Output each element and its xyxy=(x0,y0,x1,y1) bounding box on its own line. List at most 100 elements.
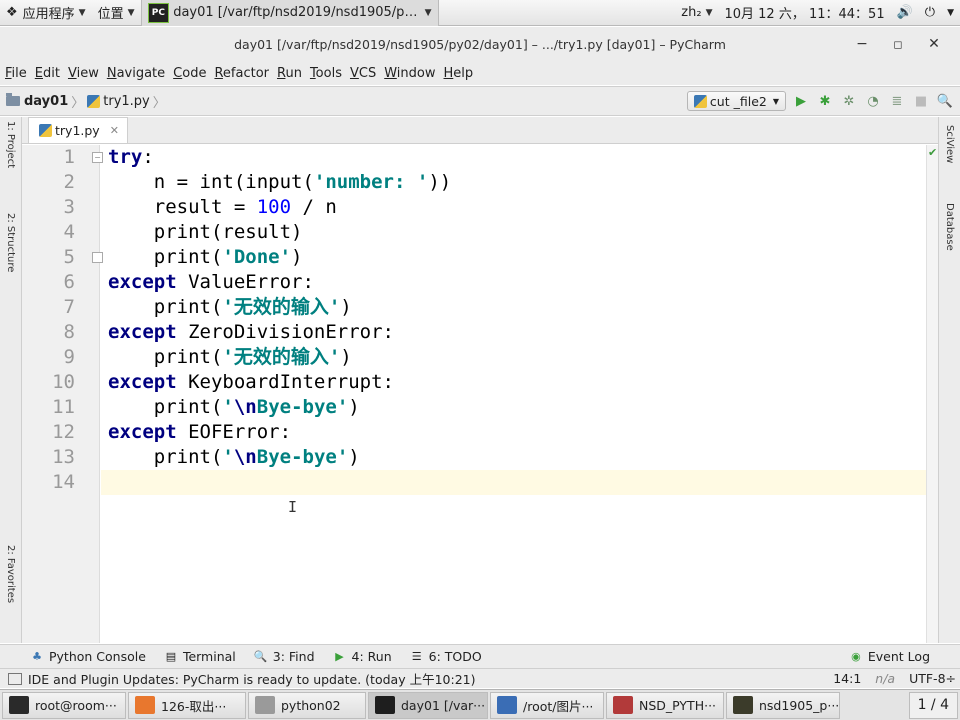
terminal-button[interactable]: ▤ Terminal xyxy=(154,649,244,664)
run-with-coverage-icon[interactable]: ✲ xyxy=(840,92,858,110)
code-line[interactable]: print('Done') xyxy=(108,245,303,270)
breadcrumb-file[interactable]: try1.py xyxy=(87,94,150,109)
debug-icon[interactable]: ✱ xyxy=(816,92,834,110)
sciview-tool-button[interactable]: SciView xyxy=(944,125,955,163)
run-configuration-select[interactable]: cut _file2 ▼ xyxy=(686,91,786,111)
breadcrumb-project[interactable]: day01 xyxy=(0,93,68,109)
workspace-pager[interactable]: 1 / 4 xyxy=(908,691,958,719)
line-number[interactable]: 13 xyxy=(25,445,75,470)
line-number[interactable]: 8 xyxy=(25,320,75,345)
python-console-icon: ♣ xyxy=(32,650,42,663)
status-message[interactable]: IDE and Plugin Updates: PyCharm is ready… xyxy=(28,669,475,688)
menu-view[interactable]: View xyxy=(64,66,103,81)
taskbar-item[interactable]: NSD_PYTH··· xyxy=(606,691,724,719)
close-icon[interactable]: ✕ xyxy=(916,33,952,55)
menu-navigate[interactable]: Navigate xyxy=(103,66,169,81)
code-line[interactable]: except ValueError: xyxy=(108,270,314,295)
line-number[interactable]: 2 xyxy=(25,170,75,195)
file-encoding[interactable]: UTF-8÷ xyxy=(909,671,956,686)
fold-marker-icon[interactable]: − xyxy=(92,152,103,163)
line-number[interactable]: 1 xyxy=(25,145,75,170)
clock[interactable]: 10月 12 六， 11：44：51 xyxy=(718,0,890,26)
maximize-icon[interactable]: ◻ xyxy=(880,33,916,55)
structure-tool-button[interactable]: 2: Structure xyxy=(5,213,16,272)
line-number[interactable]: 5 xyxy=(25,245,75,270)
python-console-button[interactable]: ♣ Python Console xyxy=(0,649,154,664)
code-line[interactable]: n = int(input('number: ')) xyxy=(108,170,451,195)
tool-window-bar: ♣ Python Console ▤ Terminal 🔍 3: Find ▶ … xyxy=(0,644,960,668)
line-number[interactable]: 7 xyxy=(25,295,75,320)
favorites-tool-button[interactable]: 2: Favorites xyxy=(5,545,16,603)
line-number[interactable]: 10 xyxy=(25,370,75,395)
find-button[interactable]: 🔍 3: Find xyxy=(244,649,323,664)
run-icon[interactable]: ▶ xyxy=(792,92,810,110)
code-line[interactable]: print('无效的输入') xyxy=(108,295,352,320)
active-app-menu[interactable]: PC day01 [/var/ftp/nsd2019/nsd1905/py···… xyxy=(140,0,439,26)
window-title-bar[interactable]: day01 [/var/ftp/nsd2019/nsd1905/py02/day… xyxy=(0,27,960,61)
chevron-down-icon: ▼ xyxy=(78,7,86,18)
error-stripe[interactable]: ✔ xyxy=(926,145,938,643)
menu-refactor[interactable]: Refactor xyxy=(210,66,273,81)
input-method-menu[interactable]: zh₂ ▼ xyxy=(675,0,718,26)
places-menu[interactable]: 位置 ▼ xyxy=(92,0,141,26)
line-number[interactable]: 6 xyxy=(25,270,75,295)
line-number[interactable]: 14 xyxy=(25,470,75,495)
line-number[interactable]: 4 xyxy=(25,220,75,245)
code-line[interactable]: result = 100 / n xyxy=(108,195,337,220)
taskbar-item[interactable]: python02 xyxy=(248,691,366,719)
code-line[interactable]: except EOFError: xyxy=(108,420,291,445)
event-log-button[interactable]: ◉ Event Log xyxy=(839,649,960,664)
code-line[interactable]: except ZeroDivisionError: xyxy=(108,320,394,345)
taskbar-item[interactable]: nsd1905_p··· xyxy=(726,691,840,719)
menu-vcs[interactable]: VCS xyxy=(346,66,380,81)
menu-tools[interactable]: Tools xyxy=(306,66,346,81)
line-number-gutter[interactable]: 1 2 3 4 5 6 7 8 9 10 11 12 13 14 xyxy=(22,145,100,643)
taskbar-item[interactable]: /root/图片··· xyxy=(490,691,604,719)
fold-marker-icon[interactable] xyxy=(92,252,103,263)
event-log-icon: ◉ xyxy=(851,650,861,663)
line-number[interactable]: 3 xyxy=(25,195,75,220)
code-line[interactable]: print(result) xyxy=(108,220,303,245)
todo-button[interactable]: ☰ 6: TODO xyxy=(400,649,490,664)
run-tool-button[interactable]: ▶ 4: Run xyxy=(323,649,400,664)
profile-icon[interactable]: ◔ xyxy=(864,92,882,110)
line-separator-indicator[interactable]: n/a xyxy=(875,671,895,686)
stop-icon[interactable]: ■ xyxy=(912,92,930,110)
line-number[interactable]: 12 xyxy=(25,420,75,445)
code-token: ) xyxy=(340,296,352,318)
code-line[interactable]: print('无效的输入') xyxy=(108,345,352,370)
menu-label: elp xyxy=(453,65,474,81)
system-menu-chevron-icon[interactable]: ▼ xyxy=(941,0,960,26)
taskbar-item[interactable]: 126-取出··· xyxy=(128,691,246,719)
code-token: print( xyxy=(153,396,223,418)
code-line[interactable]: try: xyxy=(108,145,154,170)
menu-edit[interactable]: Edit xyxy=(31,66,64,81)
tool-windows-toggle-icon[interactable] xyxy=(8,672,22,685)
close-icon[interactable]: ✕ xyxy=(110,124,119,137)
line-number[interactable]: 11 xyxy=(25,395,75,420)
code-editor[interactable]: 1 2 3 4 5 6 7 8 9 10 11 12 13 14 try: n = int(input('… xyxy=(22,145,938,643)
taskbar-item[interactable]: root@room··· xyxy=(2,691,126,719)
menu-run[interactable]: Run xyxy=(273,66,306,81)
taskbar-item-label: /root/图片··· xyxy=(523,698,594,714)
menu-file[interactable]: File xyxy=(1,66,31,81)
menu-window[interactable]: Window xyxy=(380,66,439,81)
code-line[interactable]: print('\nBye-bye') xyxy=(108,445,360,470)
menu-code[interactable]: Code xyxy=(169,66,210,81)
menu-help[interactable]: Help xyxy=(440,66,478,81)
caret-position[interactable]: 14:1 xyxy=(833,671,861,686)
line-number[interactable]: 9 xyxy=(25,345,75,370)
project-tool-button[interactable]: 1: Project xyxy=(5,121,16,168)
taskbar-item[interactable]: day01 [/var··· xyxy=(368,691,488,719)
volume-icon[interactable]: 🔊 xyxy=(891,0,919,26)
database-tool-button[interactable]: Database xyxy=(944,203,955,251)
applications-menu[interactable]: ❖ 应用程序 ▼ xyxy=(0,0,92,26)
code-line[interactable]: print('\nBye-bye') xyxy=(108,395,360,420)
editor-tab-try1[interactable]: try1.py ✕ xyxy=(28,117,128,143)
minimize-icon[interactable]: − xyxy=(844,33,880,55)
concurrency-diagram-icon[interactable]: ≣ xyxy=(888,92,906,110)
code-token: ) xyxy=(348,396,360,418)
search-icon[interactable]: 🔍 xyxy=(936,92,954,110)
code-line[interactable]: except KeyboardInterrupt: xyxy=(108,370,394,395)
power-icon[interactable]: ⏻ xyxy=(919,0,941,26)
